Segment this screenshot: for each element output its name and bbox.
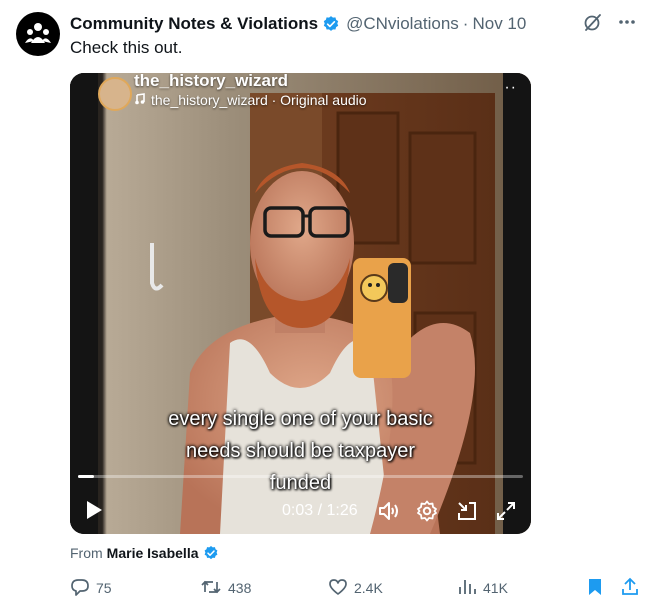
account-handle[interactable]: @CNviolations xyxy=(346,14,459,34)
bookmark-icon xyxy=(586,577,604,600)
attribution: From Marie Isabella xyxy=(70,545,219,561)
video-more-icon[interactable]: ·· xyxy=(504,79,517,97)
ig-username: the_history_wizard xyxy=(134,73,288,90)
action-bar: 75 438 2.4K 41K xyxy=(70,574,640,602)
views-icon xyxy=(457,577,477,600)
avatar[interactable] xyxy=(16,12,60,56)
community-logo-icon xyxy=(25,23,51,43)
reply-count: 75 xyxy=(96,580,112,596)
more-icon[interactable] xyxy=(617,12,637,37)
share-button[interactable] xyxy=(620,574,640,602)
like-button[interactable]: 2.4K xyxy=(328,574,383,602)
views-count: 41K xyxy=(483,580,508,596)
tweet-text: Check this out. xyxy=(70,38,183,57)
share-icon xyxy=(620,577,640,600)
bookmark-button[interactable] xyxy=(586,574,604,602)
settings-icon[interactable] xyxy=(415,499,439,528)
reply-icon xyxy=(70,577,90,600)
ig-audio-text: the_history_wizard · Original audio xyxy=(151,92,367,108)
verified-icon xyxy=(203,545,219,561)
like-count: 2.4K xyxy=(354,580,383,596)
play-icon[interactable] xyxy=(84,499,104,526)
header-actions xyxy=(583,12,637,37)
tweet-date[interactable]: Nov 10 xyxy=(472,14,526,34)
video-progress-fill xyxy=(78,475,94,478)
attribution-name[interactable]: Marie Isabella xyxy=(107,545,199,561)
video-controls: 0:03 / 1:26 xyxy=(70,493,531,529)
music-note-icon xyxy=(134,92,146,108)
like-icon xyxy=(328,577,348,600)
caption-line: needs should be taxpayer xyxy=(185,440,416,462)
fullscreen-icon[interactable] xyxy=(494,499,518,528)
repost-button[interactable]: 438 xyxy=(200,574,251,602)
video-time: 0:03 / 1:26 xyxy=(282,502,358,519)
reply-button[interactable]: 75 xyxy=(70,574,112,602)
pip-icon[interactable] xyxy=(455,499,479,528)
attribution-prefix: From xyxy=(70,545,103,561)
grok-icon[interactable] xyxy=(583,12,603,37)
volume-icon[interactable] xyxy=(377,499,401,528)
header-separator: · xyxy=(462,14,469,33)
repost-count: 438 xyxy=(228,580,252,596)
tweet-header: Community Notes & Violations @CNviolatio… xyxy=(70,12,637,36)
account-name[interactable]: Community Notes & Violations xyxy=(70,14,318,34)
verified-icon xyxy=(322,15,340,33)
video-player[interactable]: the_history_wizard the_history_wizard · … xyxy=(70,73,531,534)
repost-icon xyxy=(200,577,222,600)
caption-line: every single one of your basic xyxy=(168,408,433,430)
video-caption: every single one of your basic needs sho… xyxy=(70,403,531,499)
ig-avatar xyxy=(98,77,132,111)
views-button[interactable]: 41K xyxy=(457,574,508,602)
tweet: Community Notes & Violations @CNviolatio… xyxy=(0,0,653,613)
instagram-overlay: the_history_wizard the_history_wizard · … xyxy=(98,73,491,113)
ig-audio: the_history_wizard · Original audio xyxy=(134,92,367,108)
video-progress-bar[interactable] xyxy=(78,475,523,478)
